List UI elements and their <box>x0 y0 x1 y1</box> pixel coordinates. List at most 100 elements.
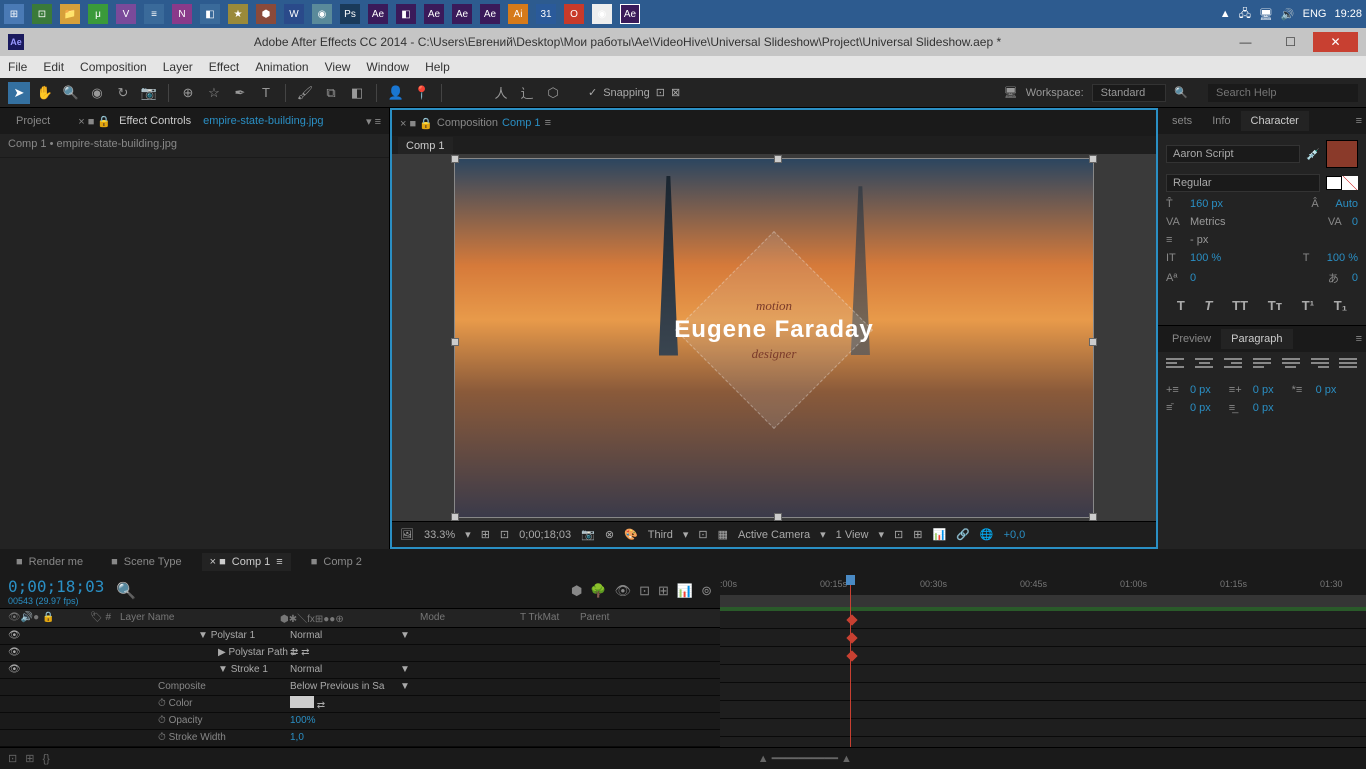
task-icon[interactable]: N <box>172 4 192 24</box>
task-icon[interactable]: ≡ <box>144 4 164 24</box>
language-indicator[interactable]: ENG <box>1303 8 1327 20</box>
menu-edit[interactable]: Edit <box>43 60 64 74</box>
tl-icon[interactable]: ⊞ <box>658 583 669 599</box>
guides-icon[interactable]: ⊡ <box>500 528 509 541</box>
tl-footer-icon[interactable]: ⊡ <box>8 752 17 765</box>
region-icon[interactable]: ⊡ <box>698 528 707 541</box>
view-icon[interactable]: 📊 <box>932 528 946 541</box>
view-select[interactable]: 1 View <box>836 529 869 541</box>
task-icon[interactable]: Ae <box>368 4 388 24</box>
zoom-tool[interactable]: 🔍 <box>60 82 82 104</box>
justify-center[interactable] <box>1282 358 1300 372</box>
vscale[interactable]: 100 % <box>1190 252 1221 264</box>
axis-icon[interactable]: ⬡ <box>542 82 564 104</box>
zoom-slider[interactable]: ▲ ━━━━━━━━━━ ▲ <box>758 752 852 765</box>
clone-tool[interactable]: ⧉ <box>320 82 342 104</box>
roto-tool[interactable]: 👤 <box>385 82 407 104</box>
menu-layer[interactable]: Layer <box>163 60 193 74</box>
font-size[interactable]: 160 px <box>1190 198 1223 210</box>
task-icon[interactable]: Ae <box>620 4 640 24</box>
camera-tool[interactable]: 📷 <box>138 82 160 104</box>
task-icon[interactable]: W <box>284 4 304 24</box>
task-icon[interactable]: 📁 <box>60 4 80 24</box>
space-before[interactable]: 0 px <box>1190 402 1211 414</box>
grid-icon[interactable]: ⊞ <box>481 528 490 541</box>
col-layername[interactable]: Layer Name <box>120 612 280 623</box>
pen-tool[interactable]: ✒ <box>229 82 251 104</box>
tl-icon[interactable]: 👁 <box>615 583 632 599</box>
task-icon[interactable]: ⊡ <box>32 4 52 24</box>
anchor-tool[interactable]: ⊕ <box>177 82 199 104</box>
indent-right[interactable]: 0 px <box>1253 384 1274 396</box>
tl-icon[interactable]: ⬢ <box>571 583 582 599</box>
col-mode[interactable]: Mode <box>420 612 520 623</box>
menu-help[interactable]: Help <box>425 60 450 74</box>
tl-footer-icon[interactable]: {} <box>42 753 49 765</box>
task-icon[interactable]: ◉ <box>592 4 612 24</box>
task-icon[interactable]: μ <box>88 4 108 24</box>
character-tab[interactable]: Character <box>1241 111 1309 131</box>
task-icon[interactable]: Ai <box>508 4 528 24</box>
tl-icon[interactable]: ⊡ <box>639 583 650 599</box>
tray-icon[interactable]: 🔊 <box>1281 8 1295 21</box>
view-icon[interactable]: ⊞ <box>913 528 922 541</box>
tl-icon[interactable]: 📊 <box>677 583 693 599</box>
composition-tab[interactable]: Composition <box>437 117 498 129</box>
kerning[interactable]: Metrics <box>1190 216 1225 228</box>
channel-icon[interactable]: ⊗ <box>605 528 614 541</box>
minimize-button[interactable]: — <box>1223 32 1268 52</box>
task-icon[interactable]: ⬢ <box>256 4 276 24</box>
task-icon[interactable]: Ps <box>340 4 360 24</box>
subscript-button[interactable]: T₁ <box>1334 298 1347 313</box>
start-icon[interactable]: ⊞ <box>4 4 24 24</box>
hscale[interactable]: 100 % <box>1327 252 1358 264</box>
preview-tab[interactable]: Preview <box>1162 329 1221 349</box>
effect-controls-tab[interactable]: Effect Controls <box>111 111 199 131</box>
selection-tool[interactable]: ➤ <box>8 82 30 104</box>
task-icon[interactable]: ◉ <box>312 4 332 24</box>
playhead[interactable] <box>850 575 851 747</box>
font-select[interactable]: Aaron Script <box>1166 145 1300 163</box>
task-icon[interactable]: Ae <box>480 4 500 24</box>
task-icon[interactable]: Ae <box>424 4 444 24</box>
resolution-select[interactable]: Third <box>648 529 673 541</box>
shape-tool[interactable]: ☆ <box>203 82 225 104</box>
tl-tab-comp1[interactable]: × ■ Comp 1 ≡ <box>202 553 291 571</box>
menu-animation[interactable]: Animation <box>255 60 308 74</box>
tray-icon[interactable]: 🖥 <box>1259 8 1273 21</box>
task-icon[interactable]: O <box>564 4 584 24</box>
leading[interactable]: Auto <box>1335 198 1358 210</box>
tracking[interactable]: 0 <box>1352 216 1358 228</box>
viewer-time[interactable]: 0;00;18;03 <box>519 529 571 541</box>
col-parent[interactable]: Parent <box>580 612 609 623</box>
brush-tool[interactable]: 🖌 <box>294 82 316 104</box>
view-icon[interactable]: 🔗 <box>956 528 970 541</box>
snap-icon[interactable]: ⊡ <box>656 86 665 99</box>
caps-button[interactable]: TT <box>1232 298 1248 313</box>
align-left[interactable] <box>1166 358 1184 372</box>
composition-viewer[interactable]: motion Eugene Faraday designer <box>392 154 1156 521</box>
tl-tab-render[interactable]: ■ Render me <box>8 553 91 571</box>
menu-view[interactable]: View <box>325 60 351 74</box>
baseline[interactable]: 0 <box>1190 272 1196 284</box>
menu-file[interactable]: File <box>8 60 27 74</box>
stroke-width[interactable]: - px <box>1190 234 1208 246</box>
sets-tab[interactable]: sets <box>1162 111 1202 131</box>
justify-left[interactable] <box>1253 358 1271 372</box>
bold-button[interactable]: T <box>1177 298 1185 313</box>
project-tab[interactable]: Project <box>8 111 58 131</box>
font-style-select[interactable]: Regular <box>1166 174 1320 192</box>
render-icon[interactable]: 🖥 <box>1004 86 1018 99</box>
align-right[interactable] <box>1224 358 1242 372</box>
tl-footer-icon[interactable]: ⊞ <box>25 752 34 765</box>
eraser-tool[interactable]: ◧ <box>346 82 368 104</box>
info-tab[interactable]: Info <box>1202 111 1240 131</box>
eyedropper-icon[interactable]: 💉 <box>1306 148 1320 161</box>
search-input[interactable] <box>1208 84 1358 102</box>
hand-tool[interactable]: ✋ <box>34 82 56 104</box>
search-icon[interactable]: 🔍 <box>116 581 136 601</box>
orbit-tool[interactable]: ◉ <box>86 82 108 104</box>
workspace-select[interactable]: Standard <box>1092 84 1167 102</box>
canvas[interactable]: motion Eugene Faraday designer <box>454 158 1094 518</box>
tray-icon[interactable]: 🖧 <box>1239 5 1251 24</box>
